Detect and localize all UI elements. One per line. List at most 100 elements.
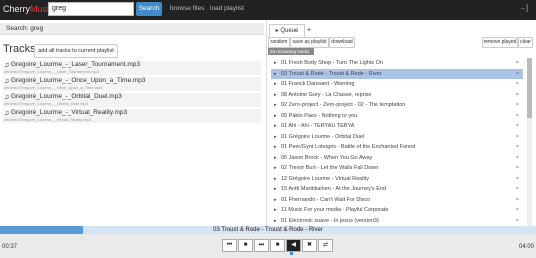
play-arrow-icon: ▸ bbox=[274, 186, 277, 192]
queue-item[interactable]: ▸ 15 Antti Marttikainen - At the Journey'… bbox=[271, 184, 523, 194]
play-arrow-icon: ▸ bbox=[274, 81, 277, 87]
queue-item[interactable]: ▸ 05 Pablo Paez - Nothing to you × bbox=[271, 111, 523, 121]
queue-item-title: 12 Grégoire Lourme - Virtual Reality bbox=[281, 175, 369, 182]
track-title: Gregoire_Lourme_-_Once_Upon_a_Time.mp3 bbox=[11, 77, 146, 84]
shuffle-icon[interactable]: ⇄ bbox=[318, 239, 333, 252]
now-playing-title: 03 Troust & Rode - Troust & Rode - River bbox=[213, 227, 323, 233]
remove-icon[interactable]: × bbox=[516, 163, 519, 173]
remove-icon[interactable]: × bbox=[516, 205, 519, 215]
stop-icon[interactable]: ■ bbox=[238, 239, 253, 252]
queue-item[interactable]: ▸ 01 Ahi - Ahi - TERYAU TEBYA × bbox=[271, 121, 523, 131]
volume-icon[interactable]: ◀ bbox=[286, 239, 301, 252]
queue-item[interactable]: ▸ 03 Troust & Rode - Troust & Rode - Rive… bbox=[271, 68, 523, 79]
remove-icon[interactable]: × bbox=[516, 121, 519, 131]
remove-icon[interactable]: × bbox=[516, 100, 519, 110]
play-arrow-icon: ▸ bbox=[274, 175, 277, 182]
volume-indicator bbox=[290, 252, 293, 255]
track-path: zenerdo/Gregoire_Lourme_-_Once_Upon_a_Ti… bbox=[4, 85, 103, 90]
save-as-playlist-button[interactable]: save as playlist bbox=[290, 37, 329, 48]
remove-played-button[interactable]: remove played bbox=[482, 37, 518, 48]
play-arrow-icon: ▸ bbox=[274, 112, 277, 119]
track-item[interactable]: ♫ Gregoire_Lourme_-_Orbital_Duel.mp3 zen… bbox=[3, 93, 261, 107]
remove-icon[interactable]: × bbox=[516, 132, 519, 142]
queue-item[interactable]: ▸ 01 Electronic suave - In jesus (version… bbox=[271, 216, 523, 226]
queue-item[interactable]: ▸ 01 Fhernando - Can't Wait For Disco × bbox=[271, 195, 523, 205]
brand-logo[interactable]: CherryMusic bbox=[3, 4, 54, 14]
play-arrow-icon: ▸ bbox=[274, 154, 277, 161]
queue-item-title: 01 Ahi - Ahi - TERYAU TEBYA bbox=[281, 123, 355, 129]
queue-item[interactable]: ▸ 01 Grégoire Lourme - Orbital Duel × bbox=[271, 132, 523, 142]
track-path: zenerdo/Gregoire_Lourme_-_Laser_Tourname… bbox=[4, 69, 99, 74]
remove-icon[interactable]: × bbox=[516, 142, 519, 152]
queue-item[interactable]: ▸ 08 Antoine Gury - La Chasse, reprise × bbox=[271, 90, 523, 100]
tab-queue[interactable]: ▸ Queue bbox=[269, 24, 305, 38]
remove-icon[interactable]: × bbox=[516, 184, 519, 194]
play-arrow-icon: ▸ bbox=[274, 133, 277, 140]
play-arrow-icon: ▸ bbox=[274, 144, 277, 150]
music-note-icon: ♫ bbox=[4, 78, 10, 85]
remove-icon[interactable]: × bbox=[516, 195, 519, 205]
queue-item[interactable]: ▸ 05 Jason Brock - When You Go Away × bbox=[271, 153, 523, 163]
track-path: zenerdo/Gregoire_Lourme_-_Orbital_Duel.m… bbox=[4, 101, 88, 106]
queue-item-title: 01 Fresh Body Shop - Turn The Lights On bbox=[281, 60, 384, 66]
search-query-label: Search: greg bbox=[0, 23, 264, 35]
queue-item[interactable]: ▸ 02 Trevor Burt - Let the Walls Fall Dow… bbox=[271, 163, 523, 173]
search-input[interactable]: greg bbox=[48, 2, 134, 16]
next-icon[interactable]: ⏭ bbox=[254, 239, 269, 252]
queue-item-title: 01 Fhernando - Can't Wait For Disco bbox=[281, 196, 371, 203]
track-title: Gregoire_Lourme_-_Virtual_Reality.mp3 bbox=[11, 109, 128, 116]
remove-icon[interactable]: × bbox=[516, 79, 519, 89]
queue-scrollbar[interactable] bbox=[527, 58, 532, 226]
queue-item-title: 01 Grégoire Lourme - Orbital Duel bbox=[281, 133, 365, 140]
music-note-icon: ♫ bbox=[4, 110, 10, 117]
pause-icon[interactable]: ■ bbox=[270, 239, 285, 252]
remove-icon[interactable]: × bbox=[516, 58, 519, 68]
add-all-tracks-button[interactable]: add all tracks to current playlist bbox=[34, 44, 118, 58]
play-arrow-icon: ▸ bbox=[274, 123, 277, 129]
queue-item-title: 05 Pablo Paez - Nothing to you bbox=[281, 112, 358, 119]
queue-item-title: 01 Peer/Gynt Lobogris - Battle of the En… bbox=[281, 144, 416, 150]
previous-icon[interactable]: ⏮ bbox=[222, 239, 237, 252]
track-title: Gregoire_Lourme_-_Laser_Tournament.mp3 bbox=[11, 61, 140, 68]
remove-icon[interactable]: × bbox=[516, 153, 519, 163]
remove-icon[interactable]: × bbox=[516, 69, 519, 79]
add-tab-button[interactable]: + bbox=[307, 24, 311, 37]
queue-item[interactable]: ▸ 01 Fresh Body Shop - Turn The Lights On… bbox=[271, 58, 523, 68]
track-item[interactable]: ♫ Gregoire_Lourme_-_Virtual_Reality.mp3 … bbox=[3, 109, 261, 123]
remove-icon[interactable]: × bbox=[516, 216, 519, 226]
remove-icon[interactable]: × bbox=[516, 174, 519, 184]
queue-item[interactable]: ▸ 11 Music For your media - Playful Corpo… bbox=[271, 205, 523, 215]
queue-item[interactable]: ▸ 12 Grégoire Lourme - Virtual Reality × bbox=[271, 174, 523, 184]
player-bar: 03 Troust & Rode - Troust & Rode - River… bbox=[0, 226, 536, 258]
elapsed-time: 00:37 bbox=[2, 244, 18, 250]
queue-item[interactable]: ▸ 01 Peer/Gynt Lobogris - Battle of the E… bbox=[271, 142, 523, 152]
play-arrow-icon: ▸ bbox=[274, 165, 277, 171]
track-item[interactable]: ♫ Gregoire_Lourme_-_Once_Upon_a_Time.mp3… bbox=[3, 77, 261, 91]
queue-item-title: 08 Antoine Gury - La Chasse, reprise bbox=[281, 91, 372, 98]
queue-item-title: 15 Antti Marttikainen - At the Journey's… bbox=[281, 186, 386, 192]
remove-icon[interactable]: × bbox=[516, 90, 519, 100]
queue-item[interactable]: ▸ 01 Franck Dansaert - Warning × bbox=[271, 79, 523, 89]
queue-item-title: 01 Electronic suave - In jesus (version3… bbox=[281, 217, 379, 224]
play-arrow-icon: ▸ bbox=[274, 91, 277, 98]
queue-item[interactable]: ▸ 02 Zero-project - Zero-project - 02 - T… bbox=[271, 100, 523, 110]
logout-icon[interactable]: →] bbox=[519, 5, 528, 12]
queue-item-title: 02 Zero-project - Zero-project - 02 - Th… bbox=[281, 102, 406, 108]
remaining-tracks-badge: 28 remaining tracks bbox=[268, 48, 314, 55]
music-note-icon: ♫ bbox=[4, 62, 10, 69]
queue-list: ▸ 01 Fresh Body Shop - Turn The Lights On… bbox=[271, 58, 523, 226]
search-results-panel: Search: greg Tracks add all tracks to cu… bbox=[0, 20, 264, 226]
load-playlist-link[interactable]: load playlist bbox=[210, 5, 244, 12]
clear-button[interactable]: clear bbox=[518, 37, 533, 48]
random-button[interactable]: random bbox=[268, 37, 290, 48]
mute-icon[interactable]: ✖ bbox=[302, 239, 317, 252]
tracks-heading: Tracks bbox=[3, 43, 36, 55]
search-button[interactable]: Search bbox=[136, 2, 162, 16]
queue-item-title: 02 Trevor Burt - Let the Walls Fall Down bbox=[281, 165, 379, 171]
download-button[interactable]: download bbox=[329, 37, 355, 48]
track-item[interactable]: ♫ Gregoire_Lourme_-_Laser_Tournament.mp3… bbox=[3, 61, 261, 75]
browse-files-link[interactable]: browse files bbox=[170, 5, 204, 12]
remove-icon[interactable]: × bbox=[516, 111, 519, 121]
scrollbar-thumb[interactable] bbox=[527, 58, 532, 118]
play-arrow-icon: ▸ bbox=[274, 60, 277, 66]
